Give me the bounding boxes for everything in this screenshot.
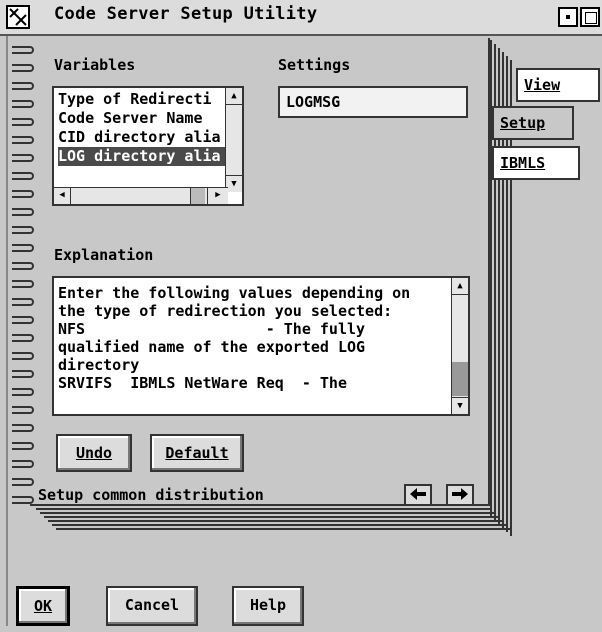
tab-view-label: View — [524, 76, 561, 94]
list-item[interactable]: Type of Redirecti — [58, 90, 228, 109]
undo-button[interactable]: Undo — [56, 434, 132, 472]
variables-label: Variables — [54, 56, 136, 74]
explanation-line: SRVIFS IBMLS NetWare Req - The — [58, 374, 347, 392]
list-item-selected[interactable]: LOG directory alia — [58, 147, 228, 166]
help-label: Help — [249, 596, 287, 614]
scroll-right-icon[interactable]: ▶ — [207, 188, 228, 204]
settings-input[interactable]: LOGMSG — [278, 86, 468, 118]
ok-label: OK — [33, 597, 53, 615]
scroll-left-icon[interactable]: ◀ — [54, 188, 71, 204]
list-item[interactable]: CID directory alia — [58, 128, 228, 147]
cancel-label: Cancel — [124, 596, 180, 614]
ok-button[interactable]: OK — [16, 586, 70, 626]
variables-listbox[interactable]: Type of Redirecti Code Server Name CID d… — [52, 86, 244, 206]
explanation-line: qualified name of the exported LOG — [58, 338, 366, 356]
horizontal-scrollbar[interactable]: ◀ ▶ — [54, 187, 228, 204]
explanation-scrollbar[interactable]: ▲ ▼ — [451, 278, 468, 414]
tab-ibmls[interactable]: IBMLS — [492, 146, 580, 180]
explanation-line: directory — [58, 356, 140, 374]
help-button[interactable]: Help — [232, 586, 304, 626]
scroll-up-icon[interactable]: ▲ — [226, 88, 242, 105]
explanation-line: Enter the following values depending on — [58, 284, 411, 302]
default-label: Default — [165, 444, 229, 462]
tab-setup-label: Setup — [500, 114, 546, 132]
scroll-down-icon[interactable]: ▼ — [452, 397, 468, 414]
spiral-binding — [0, 40, 36, 510]
explanation-line: the type of redirection you selected: — [58, 302, 393, 320]
explanation-label: Explanation — [54, 246, 154, 264]
page-back-icon[interactable] — [404, 484, 432, 506]
undo-label: Undo — [75, 444, 113, 462]
vertical-scrollbar[interactable]: ▲ ▼ — [225, 88, 242, 192]
tab-ibmls-label: IBMLS — [500, 154, 546, 172]
cancel-button[interactable]: Cancel — [106, 586, 198, 626]
explanation-textarea[interactable]: Enter the following values depending on … — [52, 276, 470, 416]
page-forward-icon[interactable] — [446, 484, 474, 506]
scroll-thumb[interactable] — [452, 362, 468, 396]
status-text: Setup common distribution — [38, 486, 264, 504]
scroll-thumb[interactable] — [190, 188, 205, 204]
explanation-line: NFS - The fully — [58, 320, 366, 338]
default-button[interactable]: Default — [150, 434, 244, 472]
scroll-down-icon[interactable]: ▼ — [226, 175, 242, 192]
scroll-up-icon[interactable]: ▲ — [452, 278, 468, 295]
tab-setup[interactable]: Setup — [492, 106, 574, 140]
settings-label: Settings — [278, 56, 351, 74]
tab-view[interactable]: View — [516, 68, 600, 102]
list-item[interactable]: Code Server Name — [58, 109, 228, 128]
